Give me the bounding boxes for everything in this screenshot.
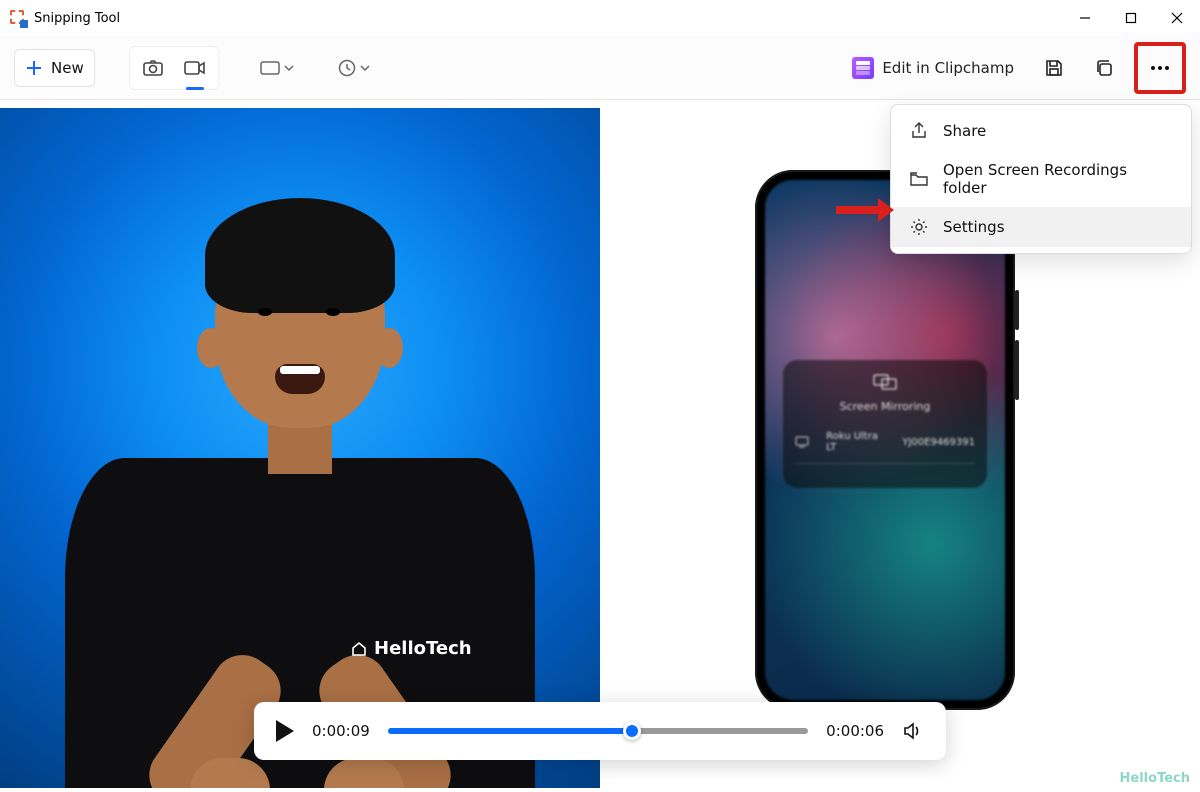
- snip-shape-dropdown[interactable]: [253, 49, 301, 87]
- save-button[interactable]: [1034, 48, 1074, 88]
- copy-icon: [1094, 58, 1114, 78]
- volume-button[interactable]: [902, 721, 924, 741]
- toolbar: New Edit in Clipchamp: [0, 36, 1200, 100]
- screen-mirroring-card: Screen Mirroring Roku Ultra LT YJ00E9469…: [783, 360, 987, 488]
- app-icon: [10, 10, 26, 26]
- gear-icon: [909, 217, 929, 237]
- video-camera-icon: [183, 59, 207, 77]
- menu-item-open-recordings-folder[interactable]: Open Screen Recordings folder: [891, 151, 1191, 207]
- copy-button[interactable]: [1084, 48, 1124, 88]
- elapsed-time: 0:00:09: [312, 722, 370, 740]
- screen-mirroring-icon: [873, 374, 897, 390]
- clipchamp-label: Edit in Clipchamp: [882, 59, 1014, 77]
- camera-icon: [142, 58, 164, 78]
- edit-in-clipchamp-button[interactable]: Edit in Clipchamp: [842, 57, 1024, 79]
- video-controls: 0:00:09 0:00:06: [254, 702, 946, 760]
- rectangle-icon: [259, 60, 281, 76]
- delay-dropdown[interactable]: [331, 49, 377, 87]
- chevron-down-icon: [283, 62, 295, 74]
- app-title: Snipping Tool: [34, 11, 120, 26]
- more-options-menu: Share Open Screen Recordings folder Sett…: [890, 104, 1192, 254]
- clipchamp-icon: [852, 57, 874, 79]
- device-id: YJ00E9469391: [902, 437, 975, 448]
- play-button[interactable]: [276, 720, 294, 742]
- menu-item-open-folder-label: Open Screen Recordings folder: [943, 161, 1173, 197]
- menu-item-settings-label: Settings: [943, 218, 1005, 236]
- speaker-icon: [902, 721, 924, 741]
- screen-mirroring-title: Screen Mirroring: [795, 400, 975, 413]
- seek-fill: [388, 728, 632, 734]
- close-button[interactable]: [1154, 0, 1200, 36]
- person-illustration: HelloTech: [40, 178, 560, 788]
- shirt-logo: HelloTech: [350, 638, 472, 659]
- video-mode-button[interactable]: [174, 49, 216, 87]
- annotation-arrow: [834, 196, 894, 224]
- device-name: Roku Ultra LT: [826, 431, 880, 453]
- save-icon: [1044, 58, 1064, 78]
- folder-icon: [909, 169, 929, 189]
- ellipsis-icon: [1150, 65, 1170, 71]
- menu-item-share-label: Share: [943, 122, 986, 140]
- menu-item-settings[interactable]: Settings: [891, 207, 1191, 247]
- seek-thumb[interactable]: [623, 722, 641, 740]
- new-button-label: New: [51, 59, 84, 77]
- mirroring-device-item[interactable]: Roku Ultra LT YJ00E9469391: [795, 431, 975, 464]
- tv-icon: [795, 436, 818, 448]
- phone-screen: Screen Mirroring Roku Ultra LT YJ00E9469…: [765, 180, 1005, 700]
- capture-mode-group: [129, 46, 219, 90]
- new-button[interactable]: New: [14, 49, 95, 87]
- minimize-button[interactable]: [1062, 0, 1108, 36]
- photo-mode-button[interactable]: [132, 49, 174, 87]
- remaining-time: 0:00:06: [826, 722, 884, 740]
- chevron-down-icon: [359, 62, 371, 74]
- maximize-button[interactable]: [1108, 0, 1154, 36]
- share-icon: [909, 121, 929, 141]
- watermark: HelloTech: [1120, 771, 1190, 786]
- clock-icon: [337, 58, 357, 78]
- video-preview-frame: HelloTech: [0, 108, 600, 788]
- more-options-button[interactable]: [1134, 42, 1186, 94]
- seek-slider[interactable]: [388, 728, 808, 734]
- menu-item-share[interactable]: Share: [891, 111, 1191, 151]
- titlebar: Snipping Tool: [0, 0, 1200, 36]
